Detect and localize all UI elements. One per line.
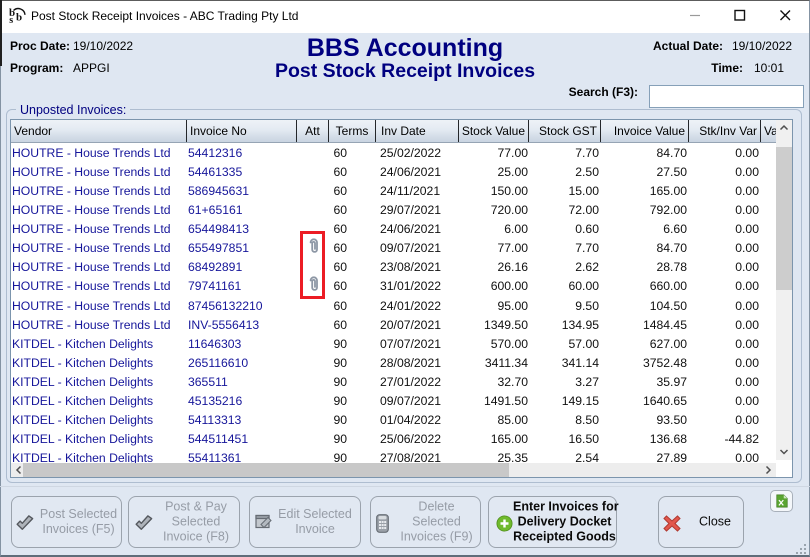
svg-text:s: s [9, 15, 13, 23]
svg-text:b: b [16, 12, 22, 24]
